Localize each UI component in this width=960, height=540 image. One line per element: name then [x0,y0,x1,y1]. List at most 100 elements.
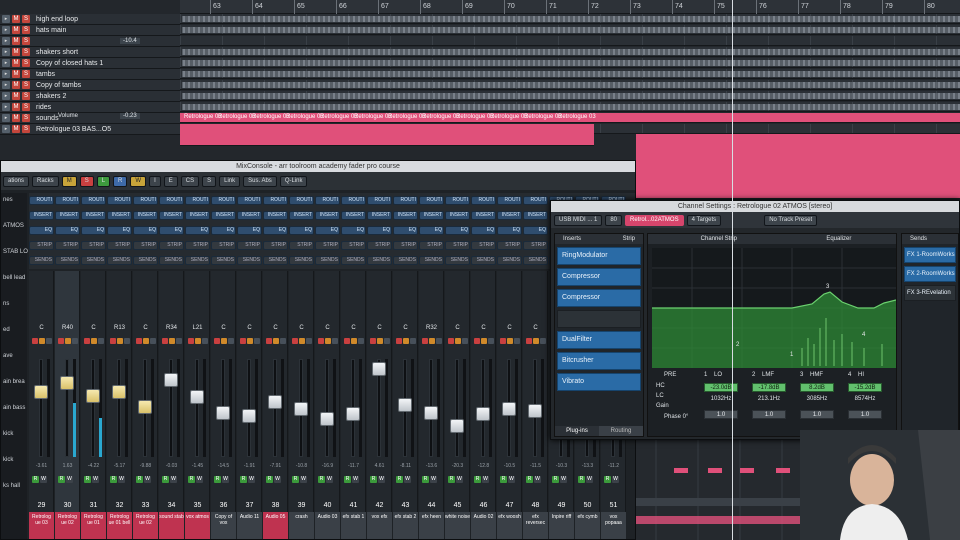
rack-insert-button[interactable]: INSERT [107,211,132,220]
rack-routi-button[interactable]: ROUTI [29,196,54,205]
pan-label[interactable]: R34 [159,325,184,331]
track-name[interactable]: hats main [36,27,66,34]
eq-gain-value[interactable]: -15.2dB [848,383,882,392]
write-button[interactable]: W [118,476,125,483]
solo-button[interactable] [221,338,227,344]
channel-selector-item[interactable]: ave [3,353,13,359]
track-header[interactable]: ▸ M S Copy of tambs [0,80,180,91]
eq-gain-value[interactable]: -17.8dB [752,383,786,392]
send-slot[interactable]: FX 1-RoomWorks [904,247,956,263]
channel-strip[interactable]: C -11.7 R W 41 efx stab 1 [341,271,366,539]
rack-eq-button[interactable]: EQ [445,226,470,235]
write-button[interactable]: W [248,476,255,483]
timeline-ruler[interactable]: 63 64 65 66 67 68 69 70 71 72 73 74 75 76 77 78 79 80 [180,0,960,14]
rack-strip-button[interactable]: STRIP [237,241,262,250]
rack-strip-button[interactable]: STRIP [211,241,236,250]
write-button[interactable]: W [560,476,567,483]
track-name[interactable]: shakers 2 [36,93,66,100]
mixer-toolbar-button[interactable]: M [61,175,77,187]
listen-button[interactable] [254,338,260,344]
mixer-toolbar-button[interactable]: CS [180,175,200,187]
eq-freq-value[interactable]: 8574Hz [848,396,882,402]
write-button[interactable]: W [40,476,47,483]
solo-button[interactable] [455,338,461,344]
listen-button[interactable] [358,338,364,344]
track-expand-icon[interactable]: ▸ [2,125,10,133]
rack-eq-button[interactable]: EQ [133,226,158,235]
mixer-toolbar-button[interactable]: E [163,175,178,187]
volume-fader[interactable] [528,403,542,418]
mute-button[interactable]: M [12,92,20,100]
rack-insert-button[interactable]: INSERT [367,211,392,220]
mute-button[interactable]: M [12,103,20,111]
audio-part-lane-2[interactable] [180,124,594,146]
write-button[interactable]: W [222,476,229,483]
rack-insert-button[interactable]: INSERT [29,211,54,220]
insert-slot[interactable]: Bitcrusher [557,352,641,370]
rack-insert-button[interactable]: INSERT [471,211,496,220]
inserts-header[interactable]: Inserts [563,234,581,244]
mute-button[interactable]: M [12,70,20,78]
solo-button[interactable] [403,338,409,344]
solo-button[interactable] [169,338,175,344]
rack-insert-button[interactable]: INSERT [289,211,314,220]
channel-selector-item[interactable]: ain bass [3,405,25,411]
rack-eq-button[interactable]: EQ [211,226,236,235]
volume-readout[interactable]: -16.9 [315,463,340,469]
channel-selector-item[interactable]: bell lead [3,275,25,281]
read-button[interactable]: R [214,476,221,483]
rack-sends-button[interactable]: SENDS [263,256,288,265]
volume-fader[interactable] [294,402,308,416]
mute-button[interactable] [370,338,376,344]
read-button[interactable]: R [318,476,325,483]
rack-strip-button[interactable]: STRIP [419,241,444,250]
track-header[interactable]: ▸ M Sshakers 2 [0,91,180,102]
track-expand-icon[interactable]: ▸ [2,37,10,45]
rack-insert-button[interactable]: INSERT [523,211,548,220]
listen-button[interactable] [514,338,520,344]
pan-label[interactable]: C [367,325,392,331]
targets-button[interactable]: 4 Targets [686,214,722,226]
channel-strip[interactable]: C -4.22 R W 31 Retrolog ue 01 [81,271,106,539]
channel-strip[interactable]: C -16.9 R W 40 Audio 03 [315,271,340,539]
sends-header[interactable]: Sends [902,234,958,244]
hc-label[interactable]: HC [656,383,665,389]
volume-readout[interactable]: -8.11 [393,463,418,469]
track-expand-icon[interactable]: ▸ [2,26,10,34]
rack-routi-button[interactable]: ROUTI [81,196,106,205]
rack-insert-button[interactable]: INSERT [393,211,418,220]
rack-sends-button[interactable]: SENDS [289,256,314,265]
rack-insert-button[interactable]: INSERT [341,211,366,220]
rack-strip-button[interactable]: STRIP [289,241,314,250]
mute-button[interactable] [292,338,298,344]
track-lane[interactable] [180,58,960,68]
rack-strip-button[interactable]: STRIP [263,241,288,250]
ruler-bar-number[interactable]: 79 [882,0,893,14]
insert-slot[interactable] [557,310,641,328]
pan-label[interactable]: C [263,325,288,331]
rack-eq-button[interactable]: EQ [55,226,80,235]
strip-header[interactable]: Strip [623,234,635,244]
channel-name[interactable]: Copy of vox [211,512,236,539]
rack-strip-button[interactable]: STRIP [185,241,210,250]
rack-routi-button[interactable]: ROUTI [133,196,158,205]
channel-strip[interactable]: C -10.5 R W 47 efx woosh [497,271,522,539]
track-header[interactable]: ▸ M Sshakers short [0,47,180,58]
write-button[interactable]: W [170,476,177,483]
eq-curve-display[interactable]: 3 2 4 1 [652,248,896,368]
channel-name[interactable]: Audio 05 [263,512,288,539]
track-expand-icon[interactable]: ▸ [2,59,10,67]
rack-routi-button[interactable]: ROUTI [263,196,288,205]
pan-label[interactable]: R40 [55,325,80,331]
rack-insert-button[interactable]: INSERT [497,211,522,220]
track-name[interactable]: high end loop [36,16,78,23]
listen-button[interactable] [332,338,338,344]
rack-eq-button[interactable]: EQ [471,226,496,235]
rack-sends-button[interactable]: SENDS [341,256,366,265]
channel-name[interactable]: efx stab 2 [393,512,418,539]
channel-name[interactable]: Retrolog ue 01 [81,512,106,539]
volume-fader[interactable] [398,397,412,412]
channel-settings-title[interactable]: Channel Settings : Retrologue 02 ATMOS [… [551,201,959,212]
rack-insert-button[interactable]: INSERT [185,211,210,220]
eq-band-name[interactable]: LMF [762,372,774,378]
